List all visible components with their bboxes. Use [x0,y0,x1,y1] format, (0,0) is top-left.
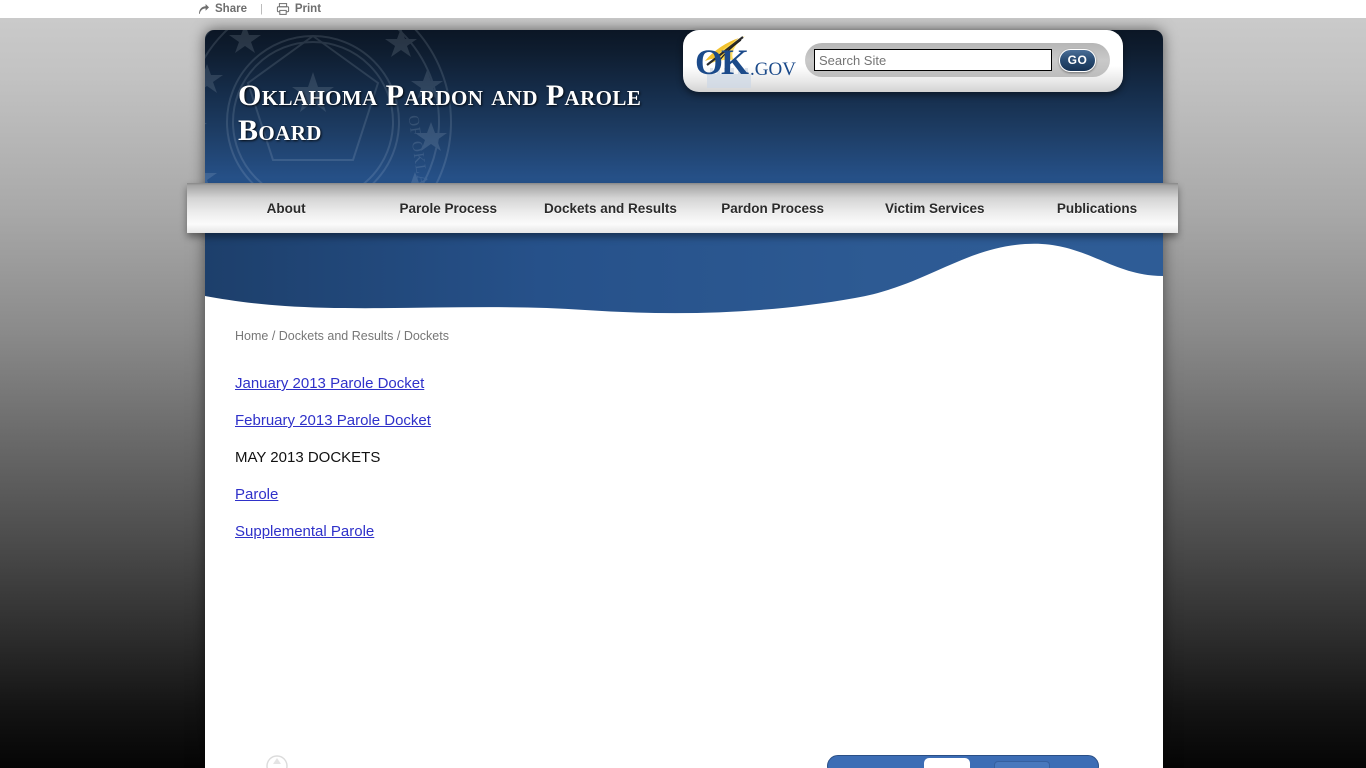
search-go-button[interactable]: GO [1059,48,1096,72]
top-utility-bar: Share | Print [0,0,1366,18]
list-item: January 2013 Parole Docket [235,375,1115,393]
okgov-logo[interactable]: O K .GOV [693,34,801,88]
topbar-separator: | [259,3,263,15]
list-item: February 2013 Parole Docket [235,412,1115,430]
share-button[interactable]: Share [196,2,247,16]
print-button[interactable]: Print [276,2,321,16]
printer-icon [276,2,290,16]
main-navigation: About Parole Process Dockets and Results… [187,183,1178,233]
footer-widget-pill[interactable] [994,761,1050,768]
footer-seal-icon [266,755,288,768]
search-pod: O K .GOV GO [683,30,1123,92]
print-label: Print [294,3,322,15]
nav-item-parole-process[interactable]: Parole Process [367,201,529,216]
breadcrumb: Home / Dockets and Results / Dockets [235,329,449,343]
nav-item-pardon-process[interactable]: Pardon Process [692,201,854,216]
docket-link-february-2013[interactable]: February 2013 Parole Docket [235,412,431,429]
docket-link-supplemental-parole[interactable]: Supplemental Parole [235,523,374,540]
main-content: Home / Dockets and Results / Dockets Jan… [235,329,1115,560]
wave-divider [205,230,1163,314]
list-item: Supplemental Parole [235,523,1115,541]
share-label: Share [215,3,247,15]
search-input[interactable] [814,49,1052,71]
page-title: Oklahoma Pardon and Parole Board [238,79,642,147]
share-arrow-icon [196,2,210,16]
docket-link-january-2013[interactable]: January 2013 Parole Docket [235,375,424,392]
nav-item-dockets-and-results[interactable]: Dockets and Results [529,201,691,216]
content-panel: Home / Dockets and Results / Dockets Jan… [205,230,1163,768]
nav-item-about[interactable]: About [205,201,367,216]
footer-widget-tab[interactable] [924,758,970,768]
search-box-container: GO [805,43,1110,77]
footer-social-widget[interactable] [827,755,1099,768]
svg-text:K: K [721,42,749,82]
list-item: Parole [235,486,1115,504]
svg-text:.GOV: .GOV [750,59,796,80]
svg-text:O: O [695,42,723,82]
nav-item-publications[interactable]: Publications [1016,201,1178,216]
nav-item-victim-services[interactable]: Victim Services [854,201,1016,216]
docket-heading-may-2013: MAY 2013 DOCKETS [235,449,381,466]
list-item: MAY 2013 DOCKETS [235,449,1115,467]
docket-link-parole[interactable]: Parole [235,486,278,503]
